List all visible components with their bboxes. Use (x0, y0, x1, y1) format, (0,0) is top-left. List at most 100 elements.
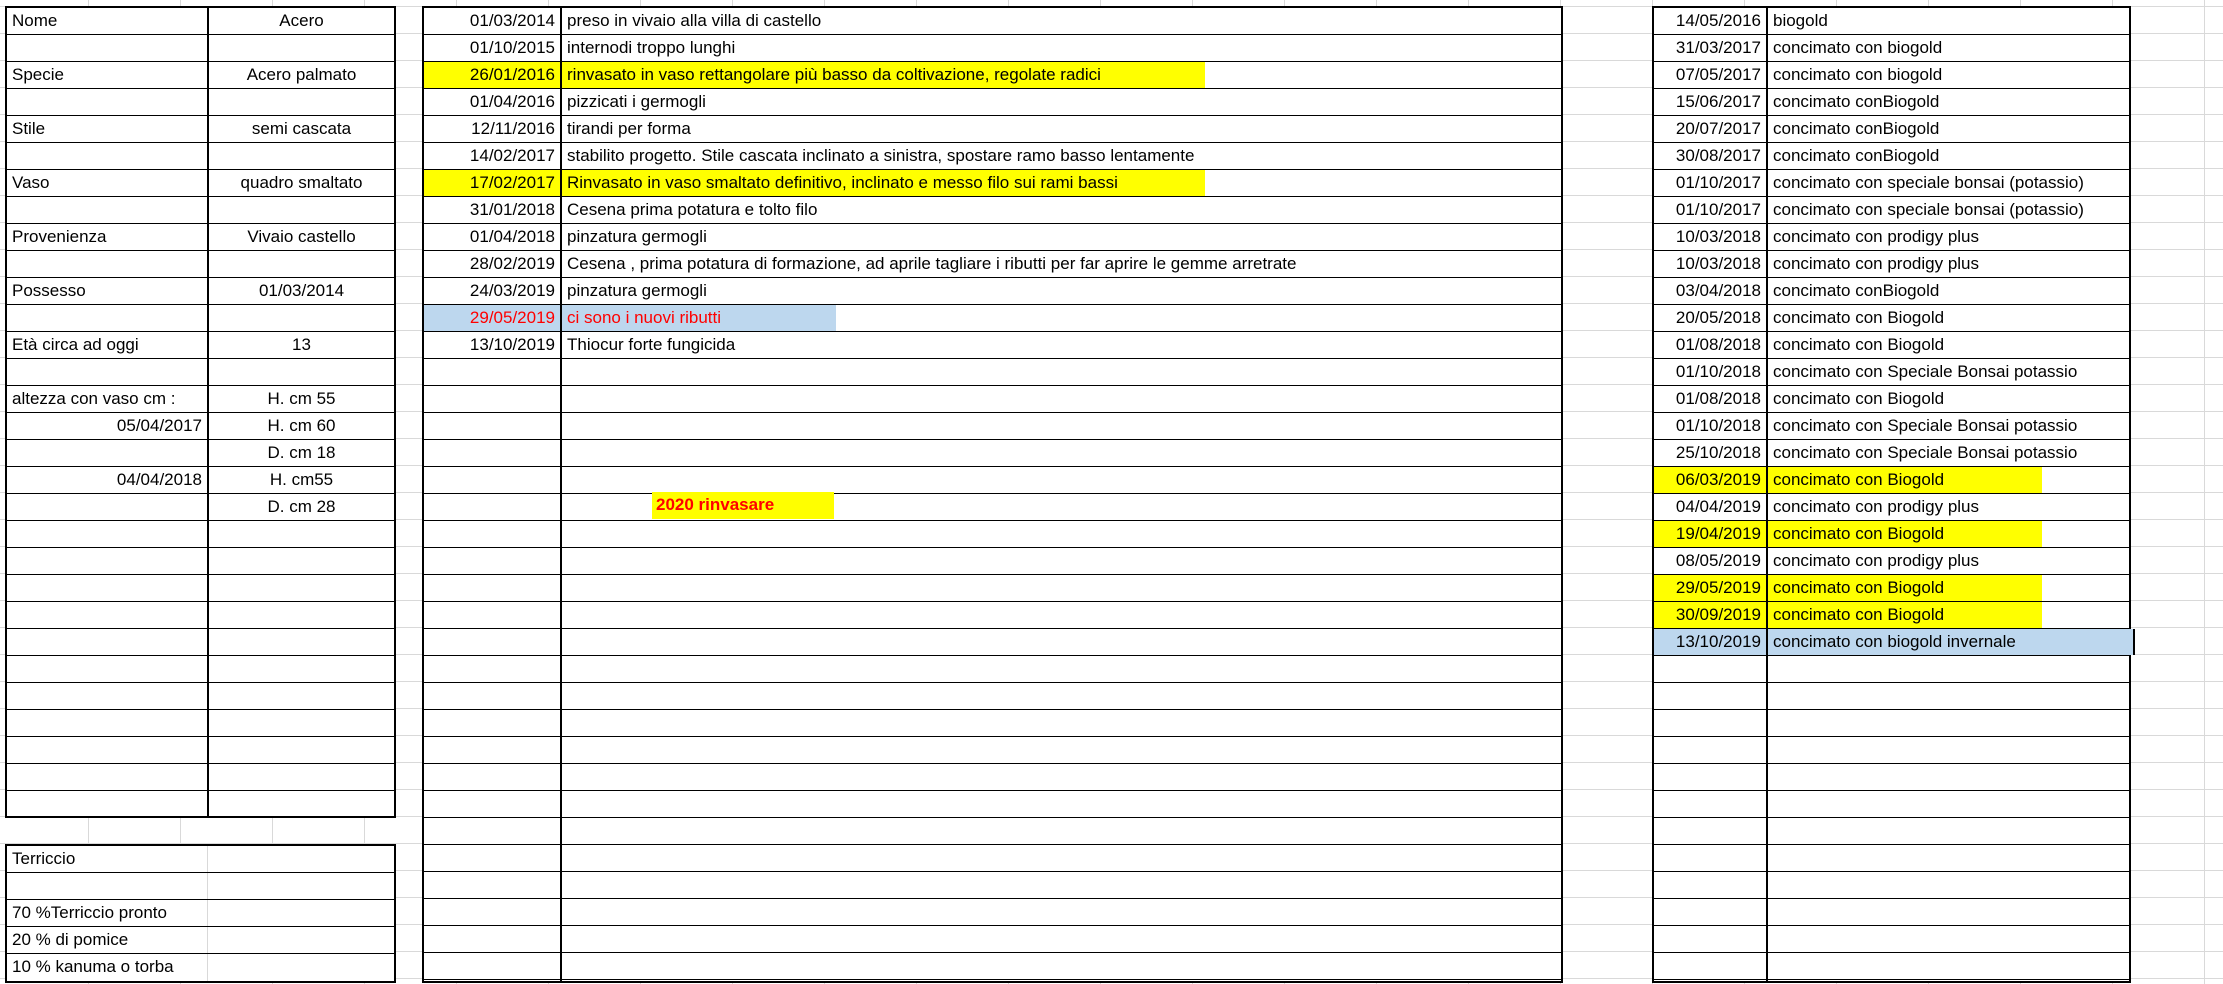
log-text-cell[interactable]: stabilito progetto. Stile cascata inclin… (562, 143, 1552, 169)
info-value-cell[interactable]: quadro smaltato (209, 170, 394, 196)
info-value-cell[interactable]: H. cm55 (209, 467, 394, 493)
log-date-cell[interactable]: 01/03/2014 (424, 8, 560, 34)
fert-text-cell[interactable]: concimato con Speciale Bonsai potassio (1768, 359, 2128, 385)
fert-text-cell[interactable]: concimato con prodigy plus (1768, 224, 2128, 250)
info-label-cell[interactable]: altezza con vaso cm : (7, 386, 207, 412)
info-label-cell[interactable] (7, 251, 207, 277)
fert-date-cell[interactable]: 01/08/2018 (1654, 332, 1766, 358)
log-date-cell[interactable]: 14/02/2017 (424, 143, 560, 169)
soil-cell[interactable]: 20 % di pomice (7, 927, 392, 953)
fert-text-cell[interactable]: concimato con Speciale Bonsai potassio (1768, 413, 2128, 439)
info-label-cell[interactable] (7, 575, 207, 601)
fert-date-cell[interactable]: 14/05/2016 (1654, 8, 1766, 34)
fert-date-cell[interactable]: 31/03/2017 (1654, 35, 1766, 61)
log-date-cell[interactable]: 17/02/2017 (424, 170, 560, 196)
fert-date-cell[interactable]: 01/08/2018 (1654, 386, 1766, 412)
fert-date-cell[interactable]: 08/05/2019 (1654, 548, 1766, 574)
info-label-cell[interactable]: Nome (7, 8, 207, 34)
info-label-cell[interactable] (7, 305, 207, 331)
info-value-cell[interactable] (209, 143, 394, 169)
fert-text-cell[interactable]: concimato conBiogold (1768, 116, 2128, 142)
log-date-cell[interactable]: 28/02/2019 (424, 251, 560, 277)
log-text-cell[interactable]: rinvasato in vaso rettangolare più basso… (562, 62, 1205, 88)
info-label-cell[interactable] (7, 764, 207, 790)
fert-date-cell[interactable]: 07/05/2017 (1654, 62, 1766, 88)
fert-date-cell[interactable]: 13/10/2019 (1654, 629, 1766, 655)
fert-text-cell[interactable]: concimato con biogold (1768, 62, 2128, 88)
log-text-cell[interactable]: pizzicati i germogli (562, 89, 1552, 115)
info-label-cell[interactable] (7, 35, 207, 61)
fert-date-cell[interactable]: 30/09/2019 (1654, 602, 1766, 628)
info-value-cell[interactable]: D. cm 28 (209, 494, 394, 520)
log-date-cell[interactable]: 26/01/2016 (424, 62, 560, 88)
info-label-cell[interactable] (7, 440, 207, 466)
info-label-cell[interactable] (7, 791, 207, 817)
fert-date-cell[interactable]: 01/10/2017 (1654, 197, 1766, 223)
fert-text-cell[interactable]: concimato con prodigy plus (1768, 494, 2128, 520)
log-text-cell[interactable]: tirandi per forma (562, 116, 1552, 142)
info-label-cell[interactable] (7, 602, 207, 628)
info-label-cell[interactable] (7, 629, 207, 655)
info-label-cell[interactable] (7, 656, 207, 682)
info-value-cell[interactable] (209, 764, 394, 790)
fert-date-cell[interactable]: 01/10/2018 (1654, 359, 1766, 385)
fert-date-cell[interactable]: 20/07/2017 (1654, 116, 1766, 142)
fert-text-cell[interactable]: concimato con speciale bonsai (potassio) (1768, 170, 2128, 196)
log-date-cell[interactable]: 31/01/2018 (424, 197, 560, 223)
info-value-cell[interactable] (209, 575, 394, 601)
info-value-cell[interactable] (209, 89, 394, 115)
log-date-cell[interactable]: 01/10/2015 (424, 35, 560, 61)
info-value-cell[interactable]: Acero (209, 8, 394, 34)
log-text-cell[interactable]: Thiocur forte fungicida (562, 332, 1552, 358)
fert-text-cell[interactable]: concimato con prodigy plus (1768, 251, 2128, 277)
log-date-cell[interactable]: 13/10/2019 (424, 332, 560, 358)
info-value-cell[interactable]: 01/03/2014 (209, 278, 394, 304)
info-value-cell[interactable] (209, 35, 394, 61)
fert-date-cell[interactable]: 25/10/2018 (1654, 440, 1766, 466)
log-date-cell[interactable]: 01/04/2018 (424, 224, 560, 250)
info-label-cell[interactable] (7, 548, 207, 574)
log-text-cell[interactable]: preso in vivaio alla villa di castello (562, 8, 1552, 34)
info-value-cell[interactable] (209, 359, 394, 385)
info-label-cell[interactable]: Specie (7, 62, 207, 88)
log-text-cell[interactable]: pinzatura germogli (562, 278, 1552, 304)
info-label-cell[interactable] (7, 683, 207, 709)
log-text-cell[interactable]: ci sono i nuovi ributti (562, 305, 836, 331)
info-value-cell[interactable] (209, 251, 394, 277)
repot-note[interactable]: 2020 rinvasare (652, 492, 834, 519)
info-label-cell[interactable] (7, 143, 207, 169)
info-label-cell[interactable]: Provenienza (7, 224, 207, 250)
info-value-cell[interactable]: D. cm 18 (209, 440, 394, 466)
log-text-cell[interactable]: Cesena prima potatura e tolto filo (562, 197, 1552, 223)
info-value-cell[interactable]: H. cm 55 (209, 386, 394, 412)
info-value-cell[interactable] (209, 305, 394, 331)
fert-text-cell[interactable]: concimato con Biogold (1768, 602, 2042, 628)
info-value-cell[interactable] (209, 602, 394, 628)
info-value-cell[interactable]: 13 (209, 332, 394, 358)
fert-text-cell[interactable]: concimato con speciale bonsai (potassio) (1768, 197, 2128, 223)
fert-date-cell[interactable]: 10/03/2018 (1654, 224, 1766, 250)
fert-date-cell[interactable]: 29/05/2019 (1654, 575, 1766, 601)
info-label-cell[interactable] (7, 494, 207, 520)
info-label-cell[interactable]: Possesso (7, 278, 207, 304)
fert-text-cell[interactable]: concimato con Speciale Bonsai potassio (1768, 440, 2128, 466)
log-date-cell[interactable]: 29/05/2019 (424, 305, 560, 331)
fert-text-cell[interactable]: concimato con biogold (1768, 35, 2128, 61)
info-value-cell[interactable]: semi cascata (209, 116, 394, 142)
info-value-cell[interactable]: H. cm 60 (209, 413, 394, 439)
info-value-cell[interactable] (209, 737, 394, 763)
info-label-cell[interactable] (7, 359, 207, 385)
info-value-cell[interactable]: Acero palmato (209, 62, 394, 88)
fert-text-cell[interactable]: concimato con Biogold (1768, 575, 2042, 601)
fert-text-cell[interactable]: concimato con Biogold (1768, 386, 2128, 412)
fert-date-cell[interactable]: 15/06/2017 (1654, 89, 1766, 115)
fert-text-cell[interactable]: concimato conBiogold (1768, 278, 2128, 304)
fert-text-cell[interactable]: concimato con Biogold (1768, 521, 2042, 547)
info-value-cell[interactable] (209, 548, 394, 574)
fert-text-cell[interactable]: concimato con biogold invernale (1768, 629, 2133, 655)
log-text-cell[interactable]: internodi troppo lunghi (562, 35, 1552, 61)
fert-date-cell[interactable]: 01/10/2018 (1654, 413, 1766, 439)
fert-date-cell[interactable]: 30/08/2017 (1654, 143, 1766, 169)
fert-date-cell[interactable]: 04/04/2019 (1654, 494, 1766, 520)
fert-date-cell[interactable]: 06/03/2019 (1654, 467, 1766, 493)
